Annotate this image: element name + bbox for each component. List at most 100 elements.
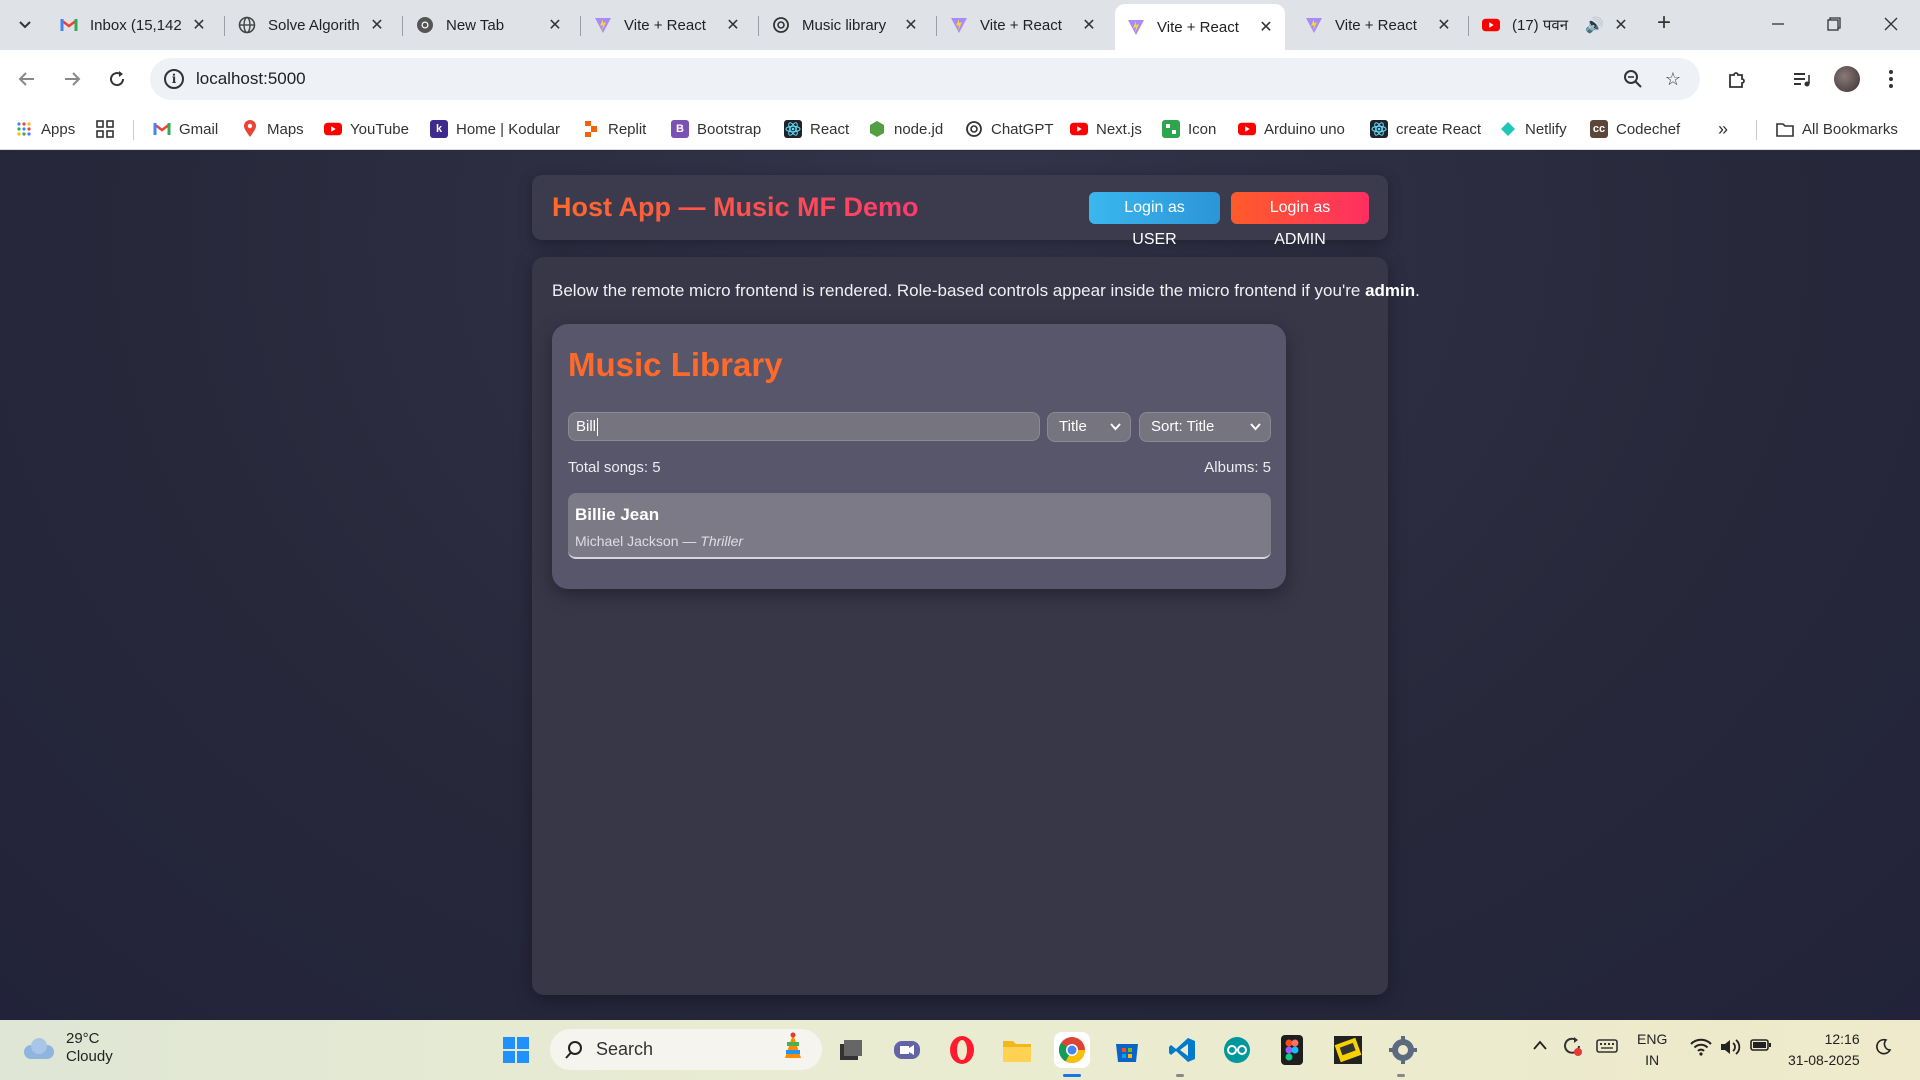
task-view-icon[interactable]	[833, 1032, 869, 1068]
close-icon[interactable]: ✕	[1612, 15, 1630, 35]
close-icon[interactable]: ✕	[724, 15, 742, 35]
forward-arrow-icon[interactable]	[57, 64, 87, 94]
tab-vite-react-3[interactable]: Vite + React ✕	[1293, 6, 1463, 44]
bookmark-apps[interactable]: Apps	[15, 118, 75, 140]
bookmark-chatgpt[interactable]: ChatGPT	[965, 118, 1054, 140]
bookmark-label: All Bookmarks	[1802, 120, 1898, 138]
browser-tab-strip: Inbox (15,142 ✕ Solve Algorith ✕ New Tab…	[0, 0, 1920, 50]
windows-start-icon[interactable]	[498, 1032, 534, 1068]
bookmark-nextjs[interactable]: Next.js	[1070, 118, 1142, 140]
back-arrow-icon[interactable]	[12, 64, 42, 94]
restore-icon[interactable]	[1814, 8, 1854, 40]
bookmark-label: node.jd	[894, 120, 944, 138]
tab-title: New Tab	[446, 16, 505, 34]
keyboard-icon[interactable]	[1596, 1038, 1618, 1059]
speaker-icon[interactable]: 🔊	[1585, 16, 1604, 34]
file-explorer-icon[interactable]	[999, 1032, 1035, 1068]
apps-grid-icon	[15, 120, 33, 138]
tab-music-library[interactable]: Music library ✕	[760, 6, 930, 44]
figma-icon[interactable]	[1274, 1032, 1310, 1068]
bookmark-netlify[interactable]: Netlify	[1499, 118, 1567, 140]
tab-youtube[interactable]: (17) पवन 🔊 ✕	[1470, 6, 1640, 44]
login-as-user-button[interactable]: Login as USER	[1089, 192, 1220, 248]
search-field-select[interactable]: Title	[1047, 412, 1131, 442]
gmail-icon	[60, 16, 78, 34]
tab-groups-grid-icon[interactable]	[96, 118, 114, 140]
tab-vite-react-active[interactable]: Vite + React ✕	[1115, 4, 1285, 50]
search-input[interactable]	[568, 412, 1040, 441]
bookmark-replit[interactable]: Replit	[582, 118, 646, 140]
kodular-icon: k	[430, 120, 448, 138]
chatgpt-icon	[772, 16, 790, 34]
minimize-icon[interactable]	[1758, 8, 1798, 40]
input-language-indicator[interactable]: ENG IN	[1637, 1029, 1667, 1071]
tab-solve-algorithm[interactable]: Solve Algorith ✕	[226, 6, 396, 44]
extensions-puzzle-icon[interactable]	[1722, 64, 1752, 94]
tab-search-chevron-icon[interactable]	[10, 9, 40, 39]
close-icon[interactable]: ✕	[1257, 17, 1275, 37]
system-clock[interactable]: 12:16 31-08-2025	[1788, 1029, 1860, 1071]
bookmark-label: Arduino uno	[1264, 120, 1345, 138]
bookmark-react[interactable]: React	[784, 118, 849, 140]
wifi-icon[interactable]	[1690, 1038, 1712, 1061]
bookmark-create-react[interactable]: create React	[1370, 118, 1481, 140]
all-bookmarks-button[interactable]: All Bookmarks	[1776, 118, 1898, 140]
arduino-icon[interactable]	[1219, 1032, 1255, 1068]
youtube-icon	[1070, 120, 1088, 138]
close-icon[interactable]: ✕	[190, 15, 208, 35]
bookmark-bootstrap[interactable]: B Bootstrap	[671, 118, 761, 140]
bookmark-icon[interactable]: Icon	[1162, 118, 1216, 140]
tab-inbox[interactable]: Inbox (15,142 ✕	[48, 6, 218, 44]
kebab-menu-icon[interactable]	[1876, 64, 1906, 94]
microsoft-store-icon[interactable]	[1109, 1032, 1145, 1068]
url-text[interactable]: localhost:5000	[196, 69, 306, 89]
tab-divider	[580, 16, 581, 36]
login-as-admin-button[interactable]: Login as ADMIN	[1231, 192, 1369, 248]
volume-icon[interactable]	[1719, 1038, 1741, 1061]
settings-gear-icon[interactable]	[1385, 1032, 1421, 1068]
weather-widget[interactable]: 29°C Cloudy	[22, 1030, 113, 1066]
chrome-taskbar-icon[interactable]	[1054, 1032, 1090, 1068]
bookmark-maps[interactable]: Maps	[241, 118, 304, 140]
installer-app-icon[interactable]	[1330, 1032, 1366, 1068]
bookmark-codechef[interactable]: cc Codechef	[1590, 118, 1680, 140]
close-icon[interactable]: ✕	[368, 15, 386, 35]
media-control-icon[interactable]	[1787, 64, 1817, 94]
window-close-icon[interactable]	[1871, 8, 1911, 40]
tab-vite-react-2[interactable]: Vite + React ✕	[938, 6, 1108, 44]
taskbar-search-box[interactable]: Search	[550, 1029, 822, 1070]
bookmark-gmail[interactable]: Gmail	[153, 118, 218, 140]
bookmark-label: ChatGPT	[991, 120, 1054, 138]
bookmark-kodular[interactable]: k Home | Kodular	[430, 118, 560, 140]
notifications-moon-icon[interactable]	[1874, 1038, 1892, 1061]
sort-select[interactable]: Sort: Title	[1139, 412, 1271, 442]
opera-icon[interactable]	[944, 1032, 980, 1068]
video-meet-icon[interactable]	[889, 1032, 925, 1068]
battery-icon[interactable]	[1750, 1038, 1772, 1057]
bookmark-nodejs[interactable]: node.jd	[868, 118, 943, 140]
zoom-magnifier-icon[interactable]	[1622, 68, 1644, 90]
bookmark-label: YouTube	[350, 120, 409, 138]
reload-icon[interactable]	[102, 64, 132, 94]
close-icon[interactable]: ✕	[1080, 15, 1098, 35]
site-info-icon[interactable]: i	[164, 69, 184, 89]
tab-vite-react-1[interactable]: Vite + React ✕	[582, 6, 752, 44]
profile-avatar[interactable]	[1832, 64, 1862, 94]
vite-icon	[1127, 18, 1145, 36]
vscode-icon[interactable]	[1164, 1032, 1200, 1068]
new-tab-plus-icon[interactable]: +	[1650, 10, 1678, 38]
close-icon[interactable]: ✕	[1435, 15, 1453, 35]
address-bar[interactable]: i localhost:5000 ☆	[150, 58, 1700, 100]
song-list-item[interactable]: Billie Jean Michael Jackson — Thriller	[568, 493, 1271, 559]
more-bookmarks-chevron-icon[interactable]: »	[1718, 118, 1728, 140]
bookmark-arduino[interactable]: Arduino uno	[1238, 118, 1345, 140]
tab-title: Vite + React	[1335, 16, 1417, 34]
bookmark-star-icon[interactable]: ☆	[1662, 68, 1684, 90]
chevron-up-icon[interactable]	[1532, 1038, 1548, 1056]
page-title: Host App — Music MF Demo	[552, 192, 919, 222]
bookmark-youtube[interactable]: YouTube	[324, 118, 409, 140]
close-icon[interactable]: ✕	[902, 15, 920, 35]
close-icon[interactable]: ✕	[546, 15, 564, 35]
tab-new-tab[interactable]: New Tab ✕	[404, 6, 574, 44]
sync-alert-icon[interactable]	[1561, 1035, 1583, 1062]
